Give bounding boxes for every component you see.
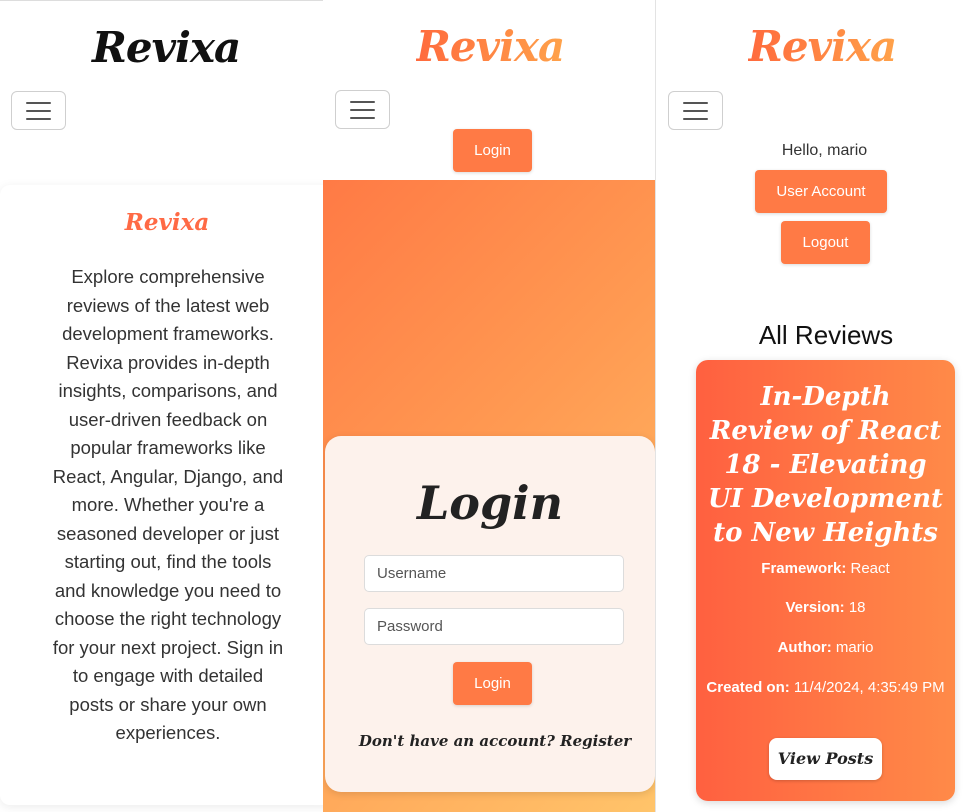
brand-logo[interactable]: Revixa [748, 22, 897, 71]
review-created: Created on: 11/4/2024, 4:35:49 PM [706, 677, 945, 699]
review-framework: Framework: React [706, 558, 945, 580]
review-author: Author: mario [706, 637, 945, 659]
version-label: Version: [785, 599, 845, 616]
login-submit-button[interactable]: Login [453, 662, 532, 705]
created-value: 11/4/2024, 4:35:49 PM [793, 679, 945, 696]
user-account-button[interactable]: User Account [755, 170, 887, 213]
password-input[interactable]: Password [364, 608, 624, 645]
reviews-panel: Revixa Hello, mario User Account Logout … [655, 0, 971, 812]
framework-value: React [850, 560, 890, 577]
login-heading: Login [416, 476, 564, 530]
about-card: Revixa Explore comprehensive reviews of … [0, 185, 334, 805]
login-card: Login Username Password Login Don't have… [325, 436, 655, 792]
author-label: Author: [777, 639, 832, 656]
view-posts-button[interactable]: View Posts [769, 738, 882, 780]
about-card-title: Revixa [124, 209, 210, 236]
brand-logo[interactable]: Revixa [92, 23, 241, 72]
logout-button[interactable]: Logout [781, 221, 870, 264]
login-panel: Revixa Login Login Username Password Log… [323, 0, 655, 812]
all-reviews-heading: All Reviews [758, 320, 894, 350]
about-panel: Revixa Revixa Explore comprehensive revi… [0, 0, 334, 812]
hamburger-menu-icon[interactable] [668, 91, 723, 130]
hamburger-menu-icon[interactable] [11, 91, 66, 130]
hamburger-menu-icon[interactable] [335, 90, 390, 129]
review-version: Version: 18 [706, 597, 945, 619]
about-description: Explore comprehensive reviews of the lat… [52, 266, 284, 743]
created-label: Created on: [706, 679, 790, 696]
nav-login-button[interactable]: Login [453, 129, 532, 172]
author-value: mario [835, 639, 874, 656]
user-greeting: Hello, mario [781, 142, 868, 159]
review-title: In-Depth Review of React 18 - Elevating … [708, 382, 943, 548]
username-input[interactable]: Username [364, 555, 624, 592]
review-card: In-Depth Review of React 18 - Elevating … [696, 360, 955, 801]
brand-logo[interactable]: Revixa [416, 22, 565, 71]
framework-label: Framework: [761, 560, 847, 577]
version-value: 18 [848, 599, 866, 616]
register-link[interactable]: Don't have an account? Register [325, 732, 655, 750]
